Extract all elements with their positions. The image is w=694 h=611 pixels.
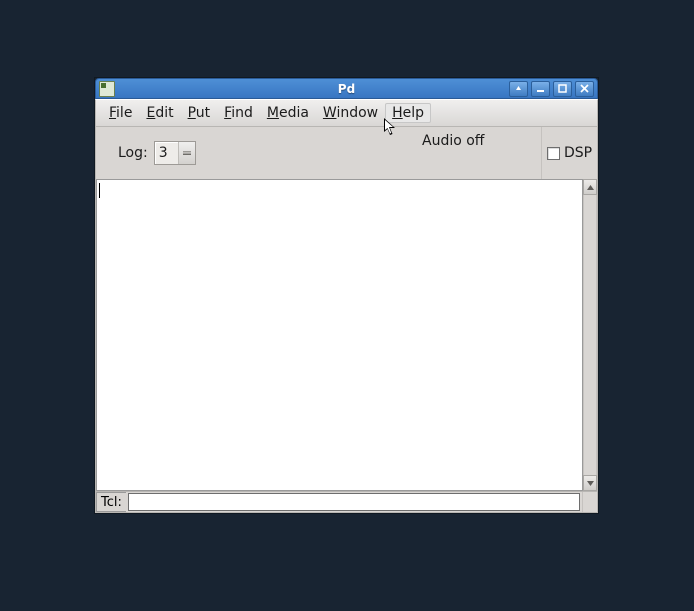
dropdown-icon [178,142,195,164]
audio-status: Audio off [422,133,484,149]
scroll-track[interactable] [583,195,597,475]
menu-file[interactable]: File [102,103,139,123]
tcl-label: Tcl: [96,492,126,512]
scroll-up-icon[interactable] [583,179,597,195]
close-icon[interactable] [575,81,594,97]
dsp-group: DSP [541,127,597,179]
minimize-icon[interactable] [531,81,550,97]
console-area [95,179,598,492]
menu-media[interactable]: Media [260,103,316,123]
text-caret [99,183,100,198]
dsp-label: DSP [564,145,592,161]
menu-window[interactable]: Window [316,103,385,123]
tcl-row: Tcl: [95,492,598,513]
window-controls [509,81,597,97]
log-level-value: 3 [155,145,178,161]
log-label: Log: [118,145,148,161]
log-group: Log: 3 [118,141,196,165]
scroll-down-icon[interactable] [583,475,597,491]
vertical-scrollbar[interactable] [583,179,597,491]
titlebar[interactable]: Pd [95,78,598,99]
maximize-icon[interactable] [553,81,572,97]
tcl-input[interactable] [128,493,580,511]
console-textarea[interactable] [96,179,583,491]
menu-edit[interactable]: Edit [139,103,180,123]
menubar: File Edit Put Find Media Window Help [95,99,598,127]
shade-icon[interactable] [509,81,528,97]
menu-put[interactable]: Put [181,103,218,123]
tcl-scroll-gap [582,492,597,512]
menu-find[interactable]: Find [217,103,260,123]
log-level-select[interactable]: 3 [154,141,196,165]
toolbar: Log: 3 Audio off DSP [95,127,598,179]
pd-main-window: Pd File Edit Put Find Media Window Help [95,78,598,513]
menu-help[interactable]: Help [385,103,431,123]
dsp-checkbox[interactable] [547,147,560,160]
app-icon [99,81,115,97]
